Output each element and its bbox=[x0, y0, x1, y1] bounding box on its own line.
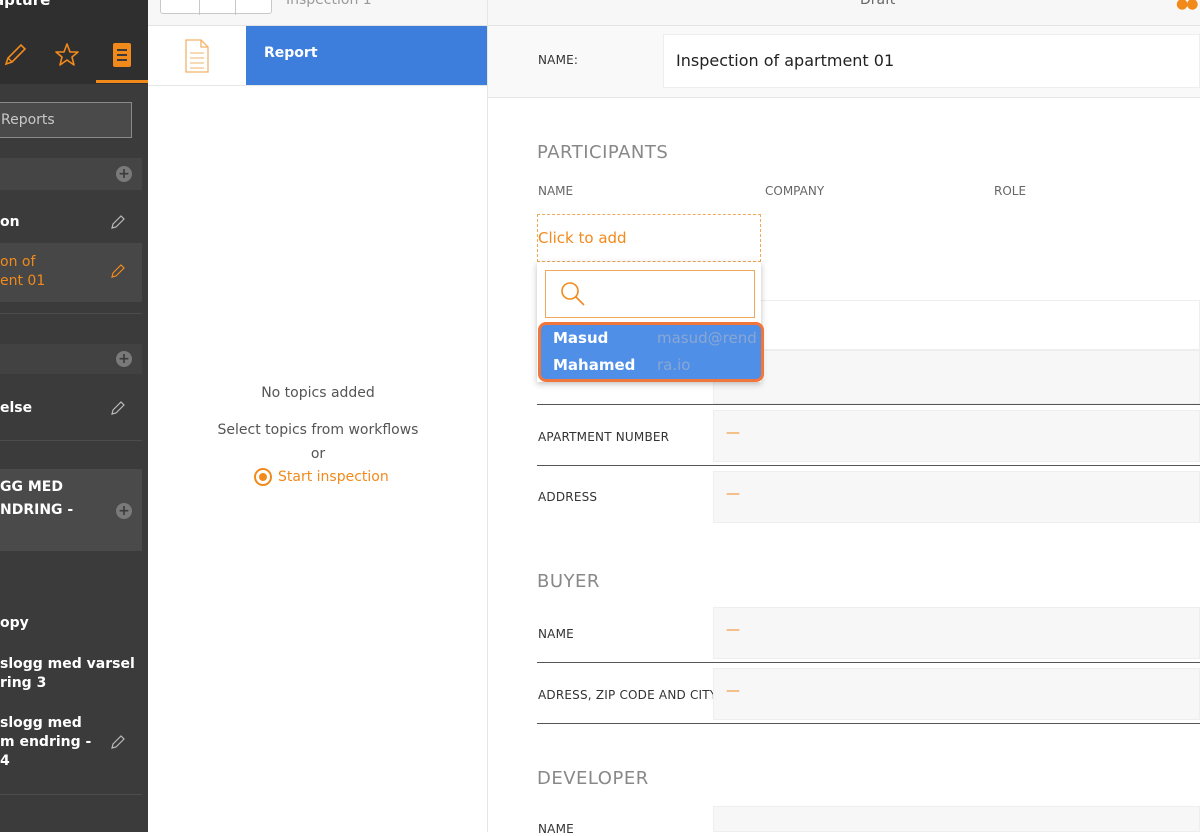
start-inspection-button[interactable]: Start inspection bbox=[254, 468, 389, 486]
apartment-number-field[interactable] bbox=[713, 410, 1200, 462]
add-icon[interactable]: + bbox=[116, 503, 132, 519]
app-title: apture bbox=[0, 0, 51, 9]
buyer-address-field[interactable] bbox=[713, 668, 1200, 720]
view-switcher[interactable] bbox=[160, 0, 272, 15]
address-field[interactable] bbox=[713, 471, 1200, 523]
pencil-icon[interactable] bbox=[0, 38, 30, 72]
divider bbox=[148, 85, 488, 86]
apartment-number-value: — bbox=[726, 425, 740, 441]
sidebar-toolbar bbox=[0, 38, 148, 83]
empty-state-or: or bbox=[310, 446, 326, 462]
sidebar-item-label-2: ring 3 bbox=[0, 675, 47, 691]
developer-name-label: NAME bbox=[538, 822, 574, 836]
sidebar-item-label[interactable]: slogg med varsel bbox=[0, 654, 135, 674]
option-name[interactable]: Masud bbox=[553, 329, 608, 347]
edit-icon[interactable] bbox=[110, 214, 126, 230]
form-header: Draft ●● bbox=[488, 0, 1200, 26]
option-email: masud@rend bbox=[657, 329, 757, 347]
option-email: ra.io bbox=[657, 356, 691, 374]
divider bbox=[537, 723, 1200, 724]
sidebar-item-active-label: on of bbox=[0, 254, 36, 270]
address-label: ADDRESS bbox=[538, 490, 598, 504]
participant-search-input[interactable] bbox=[545, 270, 755, 318]
field-box bbox=[713, 300, 1200, 350]
radio-icon bbox=[254, 468, 272, 486]
column-header-role: ROLE bbox=[994, 184, 1027, 198]
sidebar-section-title-2: NDRING - bbox=[0, 502, 74, 518]
document-icon bbox=[185, 39, 209, 73]
status-badge: Draft bbox=[860, 0, 896, 8]
edit-icon[interactable] bbox=[110, 734, 126, 750]
report-name-input[interactable]: Inspection of apartment 01 bbox=[663, 34, 1200, 88]
inspection-title: Inspection 1 bbox=[286, 0, 372, 8]
divider bbox=[537, 662, 1200, 663]
report-icon[interactable] bbox=[107, 38, 137, 72]
add-icon[interactable]: + bbox=[116, 351, 132, 367]
divider bbox=[537, 465, 1200, 466]
column-header-name: NAME bbox=[538, 184, 574, 198]
sidebar-item-label[interactable]: on bbox=[0, 212, 20, 232]
buyer-address-label: ADRESS, ZIP CODE AND CITY bbox=[538, 688, 718, 702]
option-name[interactable]: Mahamed bbox=[553, 356, 635, 374]
start-inspection-label: Start inspection bbox=[278, 469, 389, 485]
tab-report[interactable]: Report bbox=[246, 26, 488, 85]
middle-header: Inspection 1 bbox=[148, 0, 488, 26]
sidebar-item-label[interactable]: opy bbox=[0, 613, 29, 633]
sidebar-section-header: + bbox=[0, 158, 142, 190]
column-header-company: COMPANY bbox=[765, 184, 825, 198]
search-icon bbox=[561, 282, 585, 306]
participant-options: Masud masud@rend Mahamed ra.io bbox=[538, 322, 764, 382]
more-icon[interactable]: ●● bbox=[1176, 0, 1198, 12]
divider bbox=[0, 440, 142, 441]
developer-heading: DEVELOPER bbox=[537, 768, 649, 789]
address-value: — bbox=[726, 486, 740, 502]
participants-heading: PARTICIPANTS bbox=[537, 142, 669, 163]
buyer-name-label: NAME bbox=[538, 627, 574, 641]
name-label: NAME: bbox=[538, 53, 579, 67]
field-box[interactable] bbox=[713, 350, 1200, 404]
document-tab[interactable] bbox=[148, 26, 246, 86]
sidebar-item-label-3: 4 bbox=[0, 753, 10, 769]
sidebar-search-input[interactable]: Reports bbox=[0, 102, 132, 138]
toolbar-active-indicator bbox=[96, 80, 148, 83]
sidebar-item-active-label-2: ent 01 bbox=[0, 273, 46, 289]
apartment-number-label: APARTMENT NUMBER bbox=[538, 430, 670, 444]
sidebar-section-title: GG MED bbox=[0, 479, 63, 495]
add-icon[interactable]: + bbox=[116, 166, 132, 182]
sidebar-item-label[interactable]: else bbox=[0, 398, 32, 418]
edit-icon[interactable] bbox=[110, 400, 126, 416]
sidebar-header: apture bbox=[0, 0, 148, 84]
buyer-name-field[interactable] bbox=[713, 607, 1200, 659]
star-icon[interactable] bbox=[52, 38, 82, 72]
sidebar: apture Reports + on on of ent 01 + else bbox=[0, 0, 148, 832]
sidebar-item-label-2: m endring - bbox=[0, 734, 92, 750]
divider bbox=[537, 404, 1200, 405]
empty-state-title: No topics added bbox=[261, 385, 375, 401]
sidebar-item-label[interactable]: slogg med bbox=[0, 713, 82, 733]
divider bbox=[487, 0, 488, 832]
divider bbox=[0, 794, 142, 795]
sidebar-section-header: + bbox=[0, 344, 142, 374]
developer-name-field[interactable] bbox=[713, 806, 1200, 832]
buyer-name-value: — bbox=[726, 622, 740, 638]
divider bbox=[0, 313, 142, 314]
buyer-heading: BUYER bbox=[537, 571, 600, 592]
buyer-address-value: — bbox=[726, 683, 740, 699]
empty-state-subtitle: Select topics from workflows bbox=[217, 422, 419, 438]
edit-icon[interactable] bbox=[110, 263, 126, 279]
add-participant-field[interactable]: Click to add bbox=[537, 214, 761, 262]
